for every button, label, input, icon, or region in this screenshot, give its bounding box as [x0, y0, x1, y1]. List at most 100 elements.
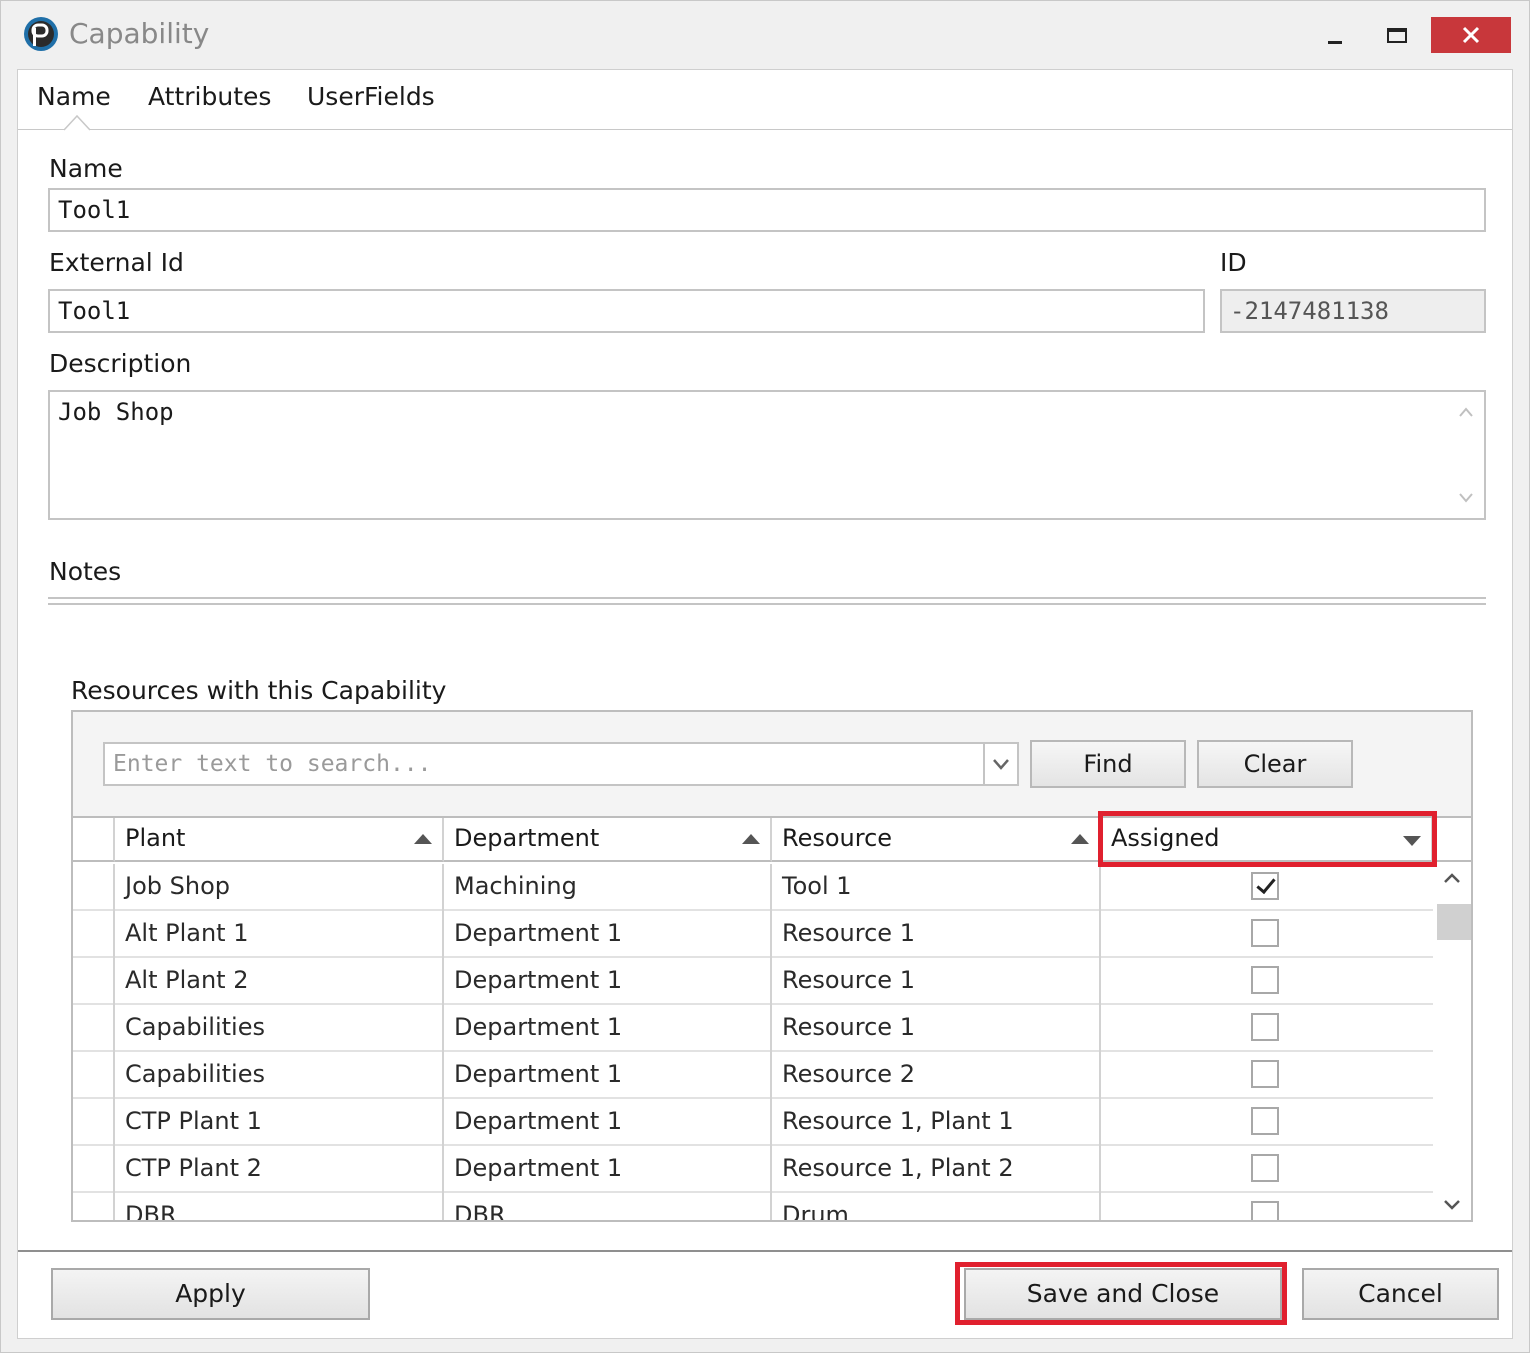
- description-field[interactable]: Job Shop: [48, 390, 1486, 520]
- cell-assigned: [1101, 1146, 1433, 1193]
- table-row[interactable]: CTP Plant 2 Department 1 Resource 1, Plant…: [73, 1146, 1433, 1193]
- cell-resource: Tool 1: [772, 864, 1101, 911]
- column-header-department[interactable]: Department: [444, 818, 772, 862]
- assigned-checkbox[interactable]: [1251, 1107, 1279, 1135]
- cell-department: DBR: [444, 1193, 772, 1220]
- column-header-resource[interactable]: Resource: [772, 818, 1101, 862]
- cell-assigned: [1101, 1193, 1433, 1220]
- assigned-checkbox[interactable]: [1251, 1154, 1279, 1182]
- name-field[interactable]: Tool1: [48, 188, 1486, 232]
- cell-plant: Capabilities: [115, 1005, 444, 1052]
- cell-department: Department 1: [444, 958, 772, 1005]
- cell-plant: Alt Plant 1: [115, 911, 444, 958]
- cell-plant: Capabilities: [115, 1052, 444, 1099]
- tab-name[interactable]: Name: [37, 82, 111, 111]
- close-icon: [1462, 26, 1480, 44]
- cancel-button[interactable]: Cancel: [1302, 1268, 1499, 1320]
- cell-resource: Resource 1, Plant 2: [772, 1146, 1101, 1193]
- cell-department: Department 1: [444, 1005, 772, 1052]
- cell-plant: Alt Plant 2: [115, 958, 444, 1005]
- chevron-down-icon: [993, 759, 1009, 770]
- resources-table: Plant Department Resource Assigned Job S…: [73, 816, 1471, 1220]
- capability-dialog: Capability Name Attributes UserFields Na…: [0, 0, 1530, 1353]
- assigned-checkbox[interactable]: [1251, 872, 1279, 900]
- name-label: Name: [49, 154, 123, 183]
- maximize-icon: [1387, 27, 1407, 43]
- cell-department: Machining: [444, 864, 772, 911]
- row-selector[interactable]: [73, 864, 115, 911]
- cell-assigned: [1101, 911, 1433, 958]
- cell-assigned: [1101, 1005, 1433, 1052]
- row-selector[interactable]: [73, 1193, 115, 1220]
- resources-grid: Find Clear Plant Department Resource Ass…: [71, 710, 1473, 1222]
- footer-divider: [18, 1250, 1512, 1252]
- row-selector[interactable]: [73, 911, 115, 958]
- close-button[interactable]: [1431, 17, 1511, 53]
- scrollbar-thumb[interactable]: [1437, 904, 1471, 940]
- row-selector[interactable]: [73, 958, 115, 1005]
- cell-assigned: [1101, 864, 1433, 911]
- minimize-button[interactable]: [1307, 17, 1363, 53]
- assigned-checkbox[interactable]: [1251, 1060, 1279, 1088]
- table-row[interactable]: Capabilities Department 1 Resource 2: [73, 1052, 1433, 1099]
- column-header-label: Plant: [125, 824, 186, 852]
- window-title: Capability: [69, 17, 210, 50]
- assigned-checkbox[interactable]: [1251, 1201, 1279, 1220]
- cell-plant: Job Shop: [115, 864, 444, 911]
- cell-plant: CTP Plant 2: [115, 1146, 444, 1193]
- save-and-close-button[interactable]: Save and Close: [964, 1268, 1282, 1320]
- table-row[interactable]: CTP Plant 1 Department 1 Resource 1, Plant…: [73, 1099, 1433, 1146]
- cell-department: Department 1: [444, 911, 772, 958]
- table-row[interactable]: Alt Plant 2 Department 1 Resource 1: [73, 958, 1433, 1005]
- apply-button[interactable]: Apply: [51, 1268, 370, 1320]
- column-header-assigned[interactable]: Assigned: [1101, 818, 1433, 862]
- table-row[interactable]: Alt Plant 1 Department 1 Resource 1: [73, 911, 1433, 958]
- assigned-checkbox[interactable]: [1251, 919, 1279, 947]
- sort-ascending-icon: [742, 834, 760, 844]
- tab-userfields[interactable]: UserFields: [307, 82, 435, 111]
- cell-resource: Resource 2: [772, 1052, 1101, 1099]
- table-row[interactable]: Job Shop Machining Tool 1: [73, 864, 1433, 911]
- column-header-label: Resource: [782, 824, 893, 852]
- cell-department: Department 1: [444, 1052, 772, 1099]
- scroll-down-icon[interactable]: [1452, 486, 1480, 510]
- planettogether-logo-icon: [24, 17, 58, 51]
- row-selector[interactable]: [73, 1005, 115, 1052]
- row-selector[interactable]: [73, 1146, 115, 1193]
- table-row[interactable]: Capabilities Department 1 Resource 1: [73, 1005, 1433, 1052]
- assigned-checkbox[interactable]: [1251, 966, 1279, 994]
- column-header-label: Assigned: [1111, 824, 1220, 852]
- assigned-checkbox[interactable]: [1251, 1013, 1279, 1041]
- external-id-label: External Id: [49, 248, 184, 277]
- search-combobox[interactable]: [103, 742, 1019, 786]
- id-field: -2147481138: [1220, 289, 1486, 333]
- id-label: ID: [1220, 248, 1247, 277]
- search-dropdown-button[interactable]: [983, 744, 1017, 784]
- scroll-up-icon[interactable]: [1452, 400, 1480, 424]
- search-input[interactable]: [105, 744, 983, 784]
- cell-plant: DBR: [115, 1193, 444, 1220]
- title-bar[interactable]: Capability: [1, 1, 1529, 69]
- tab-attributes[interactable]: Attributes: [148, 82, 271, 111]
- row-selector[interactable]: [73, 1052, 115, 1099]
- maximize-button[interactable]: [1369, 17, 1425, 53]
- table-row[interactable]: DBR DBR Drum: [73, 1193, 1433, 1220]
- description-text: Job Shop: [58, 398, 174, 426]
- table-vertical-scrollbar[interactable]: [1433, 864, 1471, 1220]
- column-header-plant[interactable]: Plant: [115, 818, 444, 862]
- find-button[interactable]: Find: [1030, 740, 1186, 788]
- cell-department: Department 1: [444, 1099, 772, 1146]
- notes-label: Notes: [49, 557, 122, 586]
- sort-ascending-icon: [414, 834, 432, 844]
- description-scrollbar[interactable]: [1452, 396, 1480, 514]
- row-header-corner: [73, 818, 115, 862]
- clear-button[interactable]: Clear: [1197, 740, 1353, 788]
- row-selector[interactable]: [73, 1099, 115, 1146]
- notes-field[interactable]: [48, 597, 1486, 605]
- sort-descending-icon: [1403, 836, 1421, 846]
- scroll-down-icon[interactable]: [1433, 1190, 1471, 1220]
- scroll-up-icon[interactable]: [1433, 864, 1471, 894]
- external-id-field[interactable]: Tool1: [48, 289, 1205, 333]
- description-label: Description: [49, 349, 192, 378]
- cell-assigned: [1101, 1052, 1433, 1099]
